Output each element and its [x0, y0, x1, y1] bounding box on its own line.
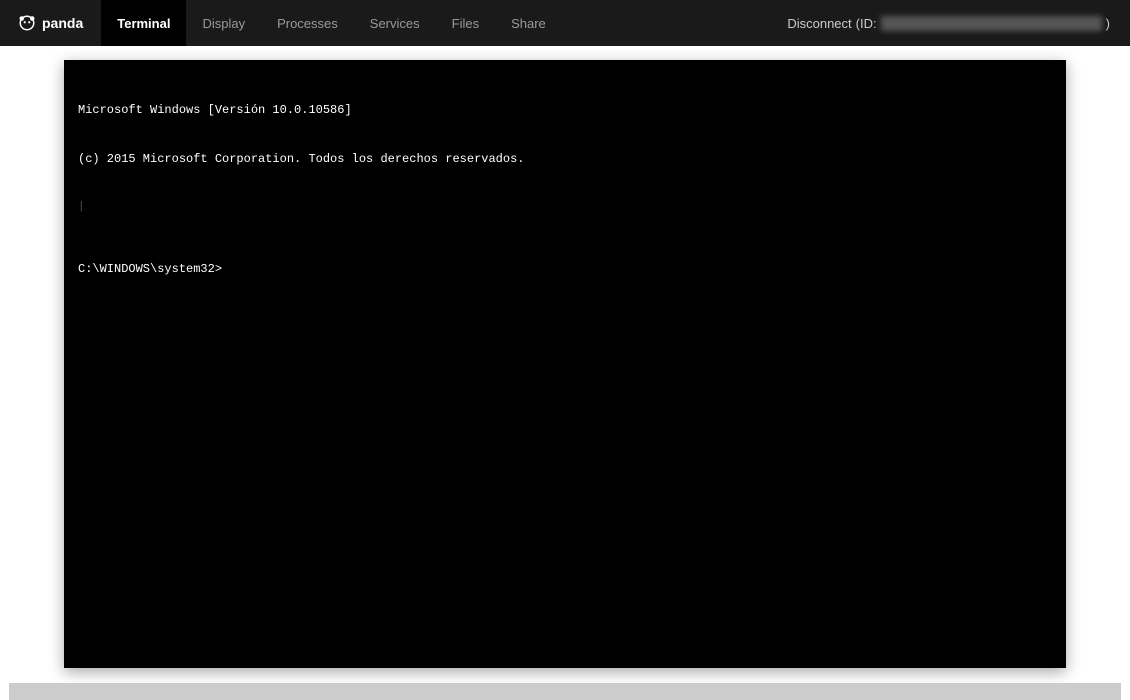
bottom-scrollbar[interactable] — [9, 683, 1121, 700]
disconnect-link[interactable]: Disconnect (ID: ████████████████████████… — [767, 16, 1130, 31]
tab-share[interactable]: Share — [495, 0, 562, 46]
panda-icon — [18, 14, 36, 32]
terminal-prompt: C:\WINDOWS\system32> — [78, 261, 1052, 277]
tab-services[interactable]: Services — [354, 0, 436, 46]
tab-terminal[interactable]: Terminal — [101, 0, 186, 46]
terminal-window[interactable]: Microsoft Windows [Versión 10.0.10586] (… — [64, 60, 1066, 668]
brand-logo[interactable]: panda — [0, 0, 101, 46]
disconnect-id-prefix: (ID: — [856, 16, 877, 31]
terminal-cursor-marker: | — [78, 200, 1052, 215]
tab-display[interactable]: Display — [186, 0, 261, 46]
tab-processes[interactable]: Processes — [261, 0, 354, 46]
tab-files[interactable]: Files — [436, 0, 495, 46]
disconnect-label: Disconnect — [787, 16, 851, 31]
nav-tabs: Terminal Display Processes Services File… — [101, 0, 562, 46]
header-bar: panda Terminal Display Processes Service… — [0, 0, 1130, 46]
disconnect-id-suffix: ) — [1106, 16, 1110, 31]
disconnect-id-value: ████████████████████████ — [881, 16, 1102, 31]
brand-name: panda — [42, 15, 83, 31]
terminal-output-line-1: Microsoft Windows [Versión 10.0.10586] — [78, 102, 1052, 118]
terminal-output-line-2: (c) 2015 Microsoft Corporation. Todos lo… — [78, 151, 1052, 167]
